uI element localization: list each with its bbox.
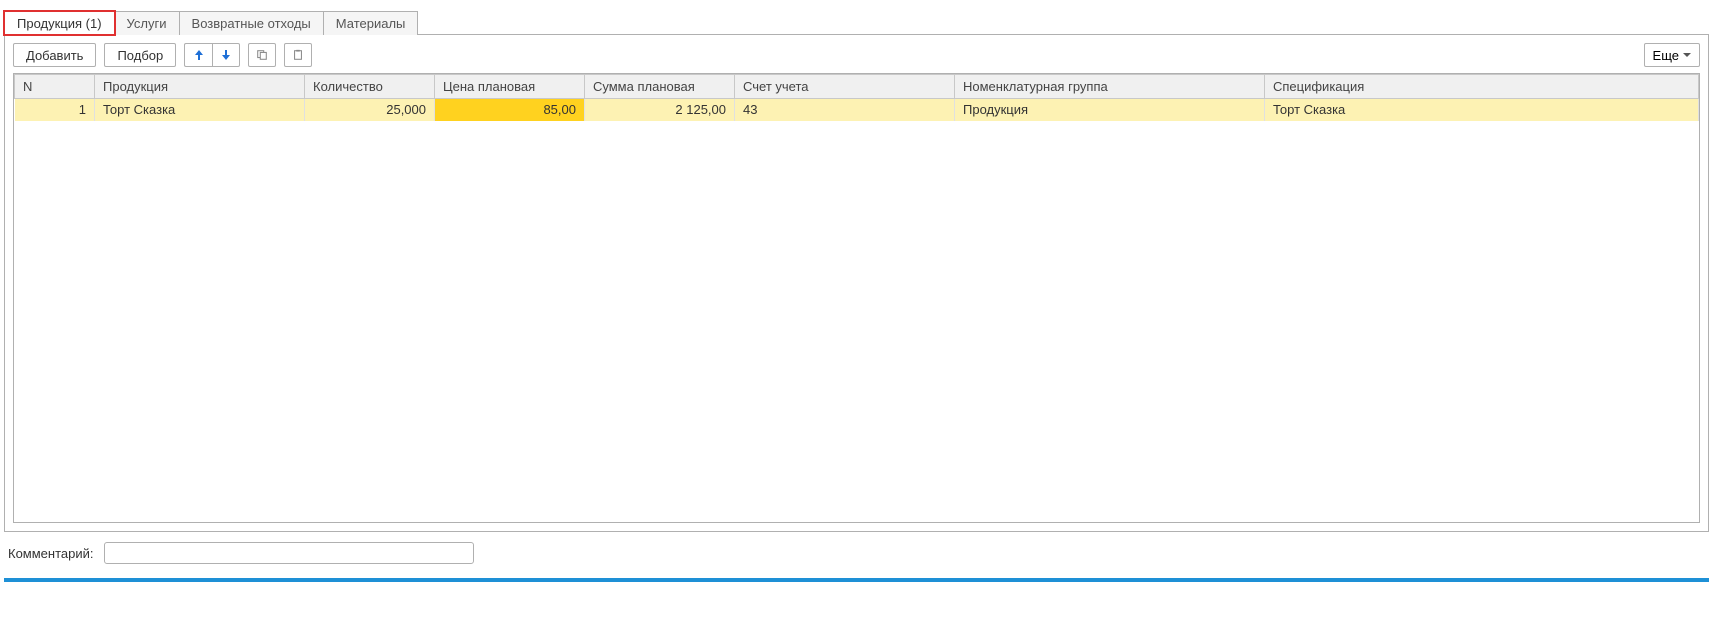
arrow-up-icon bbox=[193, 49, 205, 61]
cell-product[interactable]: Торт Сказка bbox=[95, 99, 305, 121]
pick-button[interactable]: Подбор bbox=[104, 43, 176, 67]
cell-account[interactable]: 43 bbox=[735, 99, 955, 121]
col-header-sum[interactable]: Сумма плановая bbox=[585, 75, 735, 99]
truncated-header bbox=[4, 0, 1709, 8]
table-header-row: N Продукция Количество Цена плановая Сум… bbox=[15, 75, 1699, 99]
move-buttons bbox=[184, 43, 240, 67]
col-header-price[interactable]: Цена плановая bbox=[435, 75, 585, 99]
cell-group[interactable]: Продукция bbox=[955, 99, 1265, 121]
paste-button[interactable] bbox=[284, 43, 312, 67]
tab-services[interactable]: Услуги bbox=[114, 11, 180, 35]
tab-panel: Добавить Подбор bbox=[4, 34, 1709, 532]
add-button[interactable]: Добавить bbox=[13, 43, 96, 67]
table-row[interactable]: 1 Торт Сказка 25,000 85,00 2 125,00 43 П… bbox=[15, 99, 1699, 121]
data-grid[interactable]: N Продукция Количество Цена плановая Сум… bbox=[13, 73, 1700, 523]
cell-spec[interactable]: Торт Сказка bbox=[1265, 99, 1699, 121]
tab-products[interactable]: Продукция (1) bbox=[4, 11, 115, 35]
col-header-n[interactable]: N bbox=[15, 75, 95, 99]
toolbar: Добавить Подбор bbox=[13, 43, 1700, 67]
col-header-group[interactable]: Номенклатурная группа bbox=[955, 75, 1265, 99]
copy-button[interactable] bbox=[248, 43, 276, 67]
comment-row: Комментарий: bbox=[4, 542, 1709, 564]
more-button[interactable]: Еще bbox=[1644, 43, 1700, 67]
arrow-down-icon bbox=[220, 49, 232, 61]
cell-sum[interactable]: 2 125,00 bbox=[585, 99, 735, 121]
cell-price[interactable]: 85,00 bbox=[435, 99, 585, 121]
col-header-account[interactable]: Счет учета bbox=[735, 75, 955, 99]
comment-input[interactable] bbox=[104, 542, 474, 564]
cell-n[interactable]: 1 bbox=[15, 99, 95, 121]
tab-materials[interactable]: Материалы bbox=[323, 11, 419, 35]
paste-icon bbox=[292, 49, 304, 61]
tabs: Продукция (1) Услуги Возвратные отходы М… bbox=[4, 10, 1709, 34]
caret-down-icon bbox=[1683, 53, 1691, 57]
cell-qty[interactable]: 25,000 bbox=[305, 99, 435, 121]
move-up-button[interactable] bbox=[184, 43, 212, 67]
tab-return-waste[interactable]: Возвратные отходы bbox=[179, 11, 324, 35]
bottom-accent-bar bbox=[4, 578, 1709, 582]
more-label: Еще bbox=[1653, 48, 1679, 63]
col-header-product[interactable]: Продукция bbox=[95, 75, 305, 99]
move-down-button[interactable] bbox=[212, 43, 240, 67]
col-header-spec[interactable]: Спецификация bbox=[1265, 75, 1699, 99]
comment-label: Комментарий: bbox=[8, 546, 94, 561]
copy-icon bbox=[256, 49, 268, 61]
col-header-qty[interactable]: Количество bbox=[305, 75, 435, 99]
